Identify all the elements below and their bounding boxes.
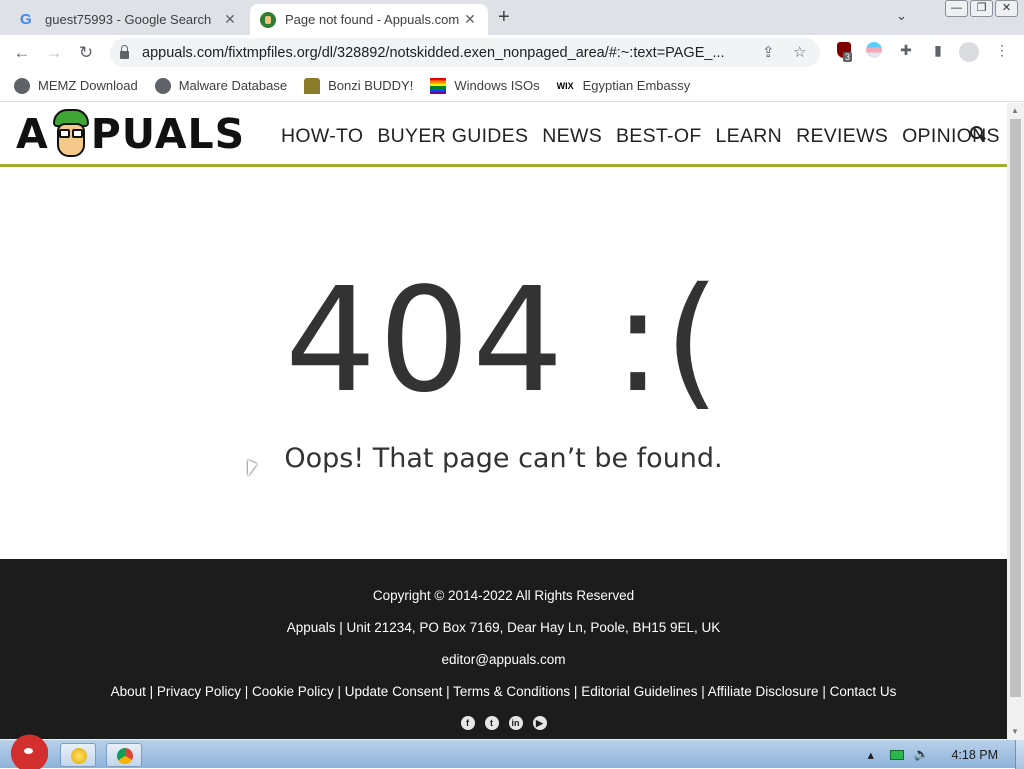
wix-icon: WIX xyxy=(556,80,574,91)
battery-icon[interactable] xyxy=(889,749,904,760)
nav-learn[interactable]: LEARN xyxy=(716,125,783,148)
folder-icon xyxy=(71,748,87,764)
lock-icon[interactable] xyxy=(120,44,129,59)
show-desktop-button[interactable] xyxy=(1015,740,1024,769)
bookmark-label: Windows ISOs xyxy=(454,78,540,93)
bookmark-malware-database[interactable]: Malware Database xyxy=(154,77,288,94)
main-nav: HOW-TO BUYER GUIDES NEWS BEST-OF LEARN R… xyxy=(281,125,1000,148)
taskbar-chrome-button[interactable] xyxy=(106,743,142,767)
error-message: Oops! That page can’t be found. xyxy=(284,443,723,474)
clock[interactable]: 4:18 PM xyxy=(951,748,998,762)
new-tab-button[interactable]: + xyxy=(498,6,510,29)
globe-icon xyxy=(14,77,30,94)
bookmark-label: Malware Database xyxy=(178,78,288,93)
facebook-icon[interactable]: f xyxy=(460,716,475,730)
appuals-icon xyxy=(260,11,276,28)
ublock-extension-icon[interactable]: 3 xyxy=(834,42,854,62)
profile-avatar-icon[interactable] xyxy=(959,42,979,62)
footer-email[interactable]: editor@appuals.com xyxy=(0,652,1007,667)
side-panel-icon[interactable]: ▮ xyxy=(928,42,948,62)
chrome-icon xyxy=(117,748,133,764)
bookmark-bonzi[interactable]: Bonzi BUDDY! xyxy=(304,77,414,94)
scroll-up-icon[interactable]: ▲ xyxy=(1011,106,1019,115)
close-window-button[interactable]: ✕ xyxy=(995,0,1018,17)
share-icon[interactable]: ⇪ xyxy=(762,43,775,61)
nav-buyer-guides[interactable]: BUYER GUIDES xyxy=(377,125,528,148)
appuals-logo[interactable]: A PUALS xyxy=(16,109,245,159)
footer-copyright: Copyright © 2014-2022 All Rights Reserve… xyxy=(372,588,635,603)
tab-strip: G guest75993 - Google Search ✕ Page not … xyxy=(0,0,1024,35)
forward-icon[interactable]: → xyxy=(38,43,70,63)
search-icon[interactable] xyxy=(969,125,986,142)
nav-reviews[interactable]: REVIEWS xyxy=(796,125,888,148)
back-icon[interactable]: ← xyxy=(6,43,38,63)
address-bar[interactable]: appuals.com/fixtmpfiles.org/dl/328892/no… xyxy=(110,38,820,67)
flag-extension-icon[interactable] xyxy=(864,42,884,62)
taskbar: ▴ 🔈 4:18 PM xyxy=(0,734,1024,769)
star-icon[interactable]: ☆ xyxy=(793,43,806,61)
minimize-button[interactable]: — xyxy=(945,0,968,17)
tab-title: Page not found - Appuals.com xyxy=(285,12,460,27)
bookmark-egyptian-embassy[interactable]: WIX Egyptian Embassy xyxy=(557,78,691,94)
footer-link-privacy-policy[interactable]: Privacy Policy xyxy=(157,684,241,699)
mouse-cursor-icon xyxy=(248,460,257,476)
nav-news[interactable]: NEWS xyxy=(542,125,602,148)
bookmark-label: MEMZ Download xyxy=(38,78,138,93)
social-links: f t in ▶ xyxy=(0,716,1007,730)
extensions-puzzle-icon[interactable]: ✚ xyxy=(896,42,916,62)
start-button-angry-bird-icon[interactable] xyxy=(2,734,48,769)
bookmarks-bar: MEMZ Download Malware Database Bonzi BUD… xyxy=(0,70,1024,102)
bookmark-label: Egyptian Embassy xyxy=(582,78,691,93)
logo-letters: PUALS xyxy=(90,110,246,158)
rainbow-flag-icon xyxy=(430,77,447,94)
url-text[interactable]: appuals.com/fixtmpfiles.org/dl/328892/no… xyxy=(142,45,754,61)
twitter-icon[interactable]: t xyxy=(484,716,499,730)
error-code: 404 :( xyxy=(284,256,723,424)
system-tray: ▴ 🔈 4:18 PM xyxy=(868,740,1024,769)
extension-badge: 3 xyxy=(843,52,853,62)
youtube-icon[interactable]: ▶ xyxy=(532,716,547,730)
tab-title: guest75993 - Google Search xyxy=(45,12,212,27)
bookmark-label: Bonzi BUDDY! xyxy=(328,78,414,93)
footer-link-editorial-guidelines[interactable]: Editorial Guidelines xyxy=(581,684,697,699)
bonzi-icon xyxy=(304,77,321,94)
close-icon[interactable]: ✕ xyxy=(462,11,478,28)
footer-links: About | Privacy Policy | Cookie Policy |… xyxy=(110,684,897,699)
reload-icon[interactable]: ↻ xyxy=(70,43,102,63)
nav-best-of[interactable]: BEST-OF xyxy=(616,125,702,148)
close-icon[interactable]: ✕ xyxy=(222,11,238,28)
site-footer: Copyright © 2014-2022 All Rights Reserve… xyxy=(0,559,1007,739)
bookmark-windows-isos[interactable]: Windows ISOs xyxy=(430,77,540,94)
bookmark-memz[interactable]: MEMZ Download xyxy=(14,77,138,94)
restore-button[interactable]: ❐ xyxy=(970,0,993,17)
footer-link-cookie-policy[interactable]: Cookie Policy xyxy=(252,684,334,699)
footer-address: Appuals | Unit 21234, PO Box 7169, Dear … xyxy=(286,620,721,635)
footer-link-update-consent[interactable]: Update Consent xyxy=(345,684,443,699)
scroll-down-icon[interactable]: ▼ xyxy=(1011,727,1019,736)
tray-expand-icon[interactable]: ▴ xyxy=(868,747,874,762)
page-scrollbar[interactable]: ▲ ▼ xyxy=(1007,103,1024,739)
scrollbar-thumb[interactable] xyxy=(1010,119,1021,697)
nav-how-to[interactable]: HOW-TO xyxy=(281,125,363,148)
menu-kebab-icon[interactable]: ⋮ xyxy=(992,42,1012,62)
mascot-icon xyxy=(50,109,90,159)
window-controls: — ❐ ✕ xyxy=(945,0,1018,17)
linkedin-icon[interactable]: in xyxy=(508,716,523,730)
footer-link-contact-us[interactable]: Contact Us xyxy=(830,684,897,699)
site-header: A PUALS HOW-TO BUYER GUIDES NEWS BEST-OF… xyxy=(0,103,1007,167)
footer-link-about[interactable]: About xyxy=(111,684,146,699)
footer-link-affiliate-disclosure[interactable]: Affiliate Disclosure xyxy=(708,684,819,699)
tab-google-search[interactable]: G guest75993 - Google Search ✕ xyxy=(10,4,248,35)
tab-appuals[interactable]: Page not found - Appuals.com ✕ xyxy=(250,4,488,35)
footer-link-terms[interactable]: Terms & Conditions xyxy=(453,684,570,699)
globe-icon xyxy=(154,77,171,94)
web-page: A PUALS HOW-TO BUYER GUIDES NEWS BEST-OF… xyxy=(0,103,1007,739)
volume-icon[interactable]: 🔈 xyxy=(914,747,930,762)
chevron-down-icon[interactable]: ⌄ xyxy=(896,8,907,24)
taskbar-explorer-button[interactable] xyxy=(60,743,96,767)
google-icon: G xyxy=(20,11,32,28)
logo-letter: A xyxy=(16,110,49,158)
